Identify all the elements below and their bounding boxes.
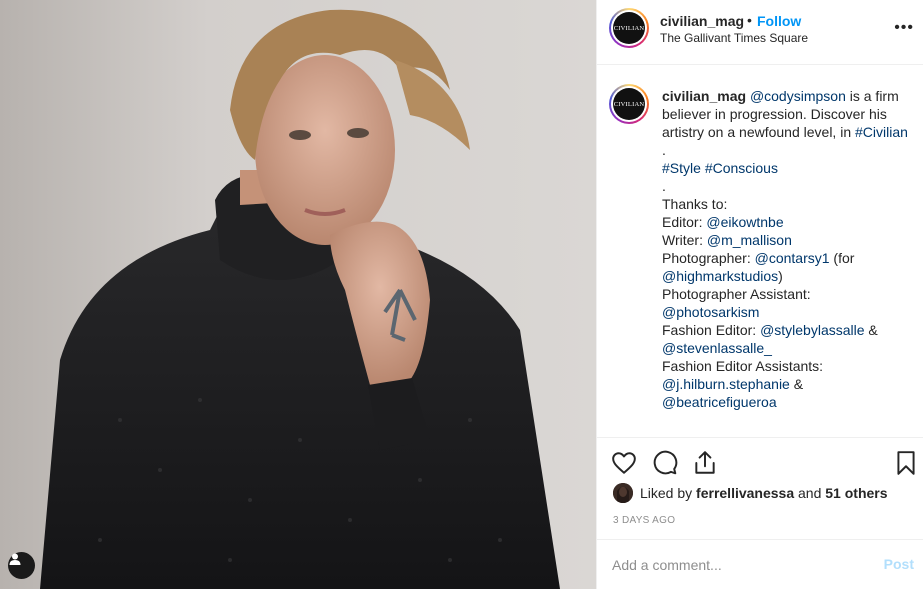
caption-text: civilian_mag @codysimpson is a firm beli… [662,87,912,411]
hashtag-link[interactable]: #Style [662,160,701,176]
hashtag-link[interactable]: #Civilian [855,124,908,140]
share-icon[interactable] [692,450,718,476]
credit-text: (for [829,250,855,266]
bookmark-icon[interactable] [893,450,919,476]
mention-link[interactable]: @highmarkstudios [662,268,778,284]
post-details-panel: CIVILIAN civilian_mag • Follow The Galli… [596,0,923,589]
credit-text: & [864,322,878,338]
credit-text: & [789,376,804,392]
profile-avatar[interactable]: CIVILIAN [609,8,649,48]
separator-dot: • [747,12,752,28]
hashtag-link[interactable]: #Conscious [705,160,778,176]
person-icon [9,553,21,565]
thanks-heading: Thanks to: [662,196,728,212]
credit-label: Photographer Assistant: [662,286,811,302]
mention-link[interactable]: @beatricefigueroa [662,394,777,410]
post-comment-button[interactable]: Post [884,556,914,572]
mention-link[interactable]: @contarsy1 [755,250,830,266]
action-bar [597,437,923,485]
heart-icon[interactable] [611,450,637,476]
mention-link[interactable]: @m_mallison [707,232,792,248]
mention-link[interactable]: @stylebylassalle [760,322,864,338]
photo-illustration [0,0,596,589]
liker-avatar-image [613,483,633,503]
post-header: CIVILIAN civilian_mag • Follow The Galli… [597,0,923,65]
mention-link[interactable]: @stevenlassalle_ [662,340,772,356]
credit-label: Fashion Editor: [662,322,761,338]
mention-link[interactable]: @j.hilburn.stephanie [662,376,790,392]
liker-avatar[interactable] [613,483,633,503]
likes-summary: Liked by ferrellivanessa and 51 others [613,483,888,503]
tagged-users-icon[interactable] [8,552,35,579]
credit-label: Writer: [662,232,707,248]
liker-username[interactable]: ferrellivanessa [696,485,794,501]
mention-link[interactable]: @photosarkism [662,304,759,320]
caption-avatar[interactable]: CIVILIAN [609,84,649,124]
credit-label: Editor: [662,214,707,230]
likes-middle: and [798,485,822,501]
credit-label: Fashion Editor Assistants: [662,358,824,374]
post-timestamp[interactable]: 3 DAYS AGO [613,515,675,526]
post-photo[interactable] [0,0,596,589]
username-link[interactable]: civilian_mag [660,13,744,29]
follow-button[interactable]: Follow [757,13,801,29]
caption-dot: . [662,178,666,194]
comment-icon[interactable] [652,450,678,476]
likes-prefix: Liked by [640,485,693,501]
avatar-logo: CIVILIAN [613,88,645,120]
mention-link[interactable]: @codysimpson [750,88,846,104]
likes-others-link[interactable]: 51 others [825,485,887,501]
location-link[interactable]: The Gallivant Times Square [660,31,808,45]
comment-input[interactable] [612,554,862,576]
avatar-logo: CIVILIAN [613,12,645,44]
more-options-icon[interactable]: ••• [894,19,914,37]
credit-label: Photographer: [662,250,755,266]
credit-text: ) [778,268,783,284]
mention-link[interactable]: @eikowtnbe [706,214,783,230]
caption-username[interactable]: civilian_mag [662,88,746,104]
comment-bar: Post [597,539,923,589]
caption-section: CIVILIAN civilian_mag @codysimpson is a … [597,66,923,436]
caption-dot: . [662,142,666,158]
